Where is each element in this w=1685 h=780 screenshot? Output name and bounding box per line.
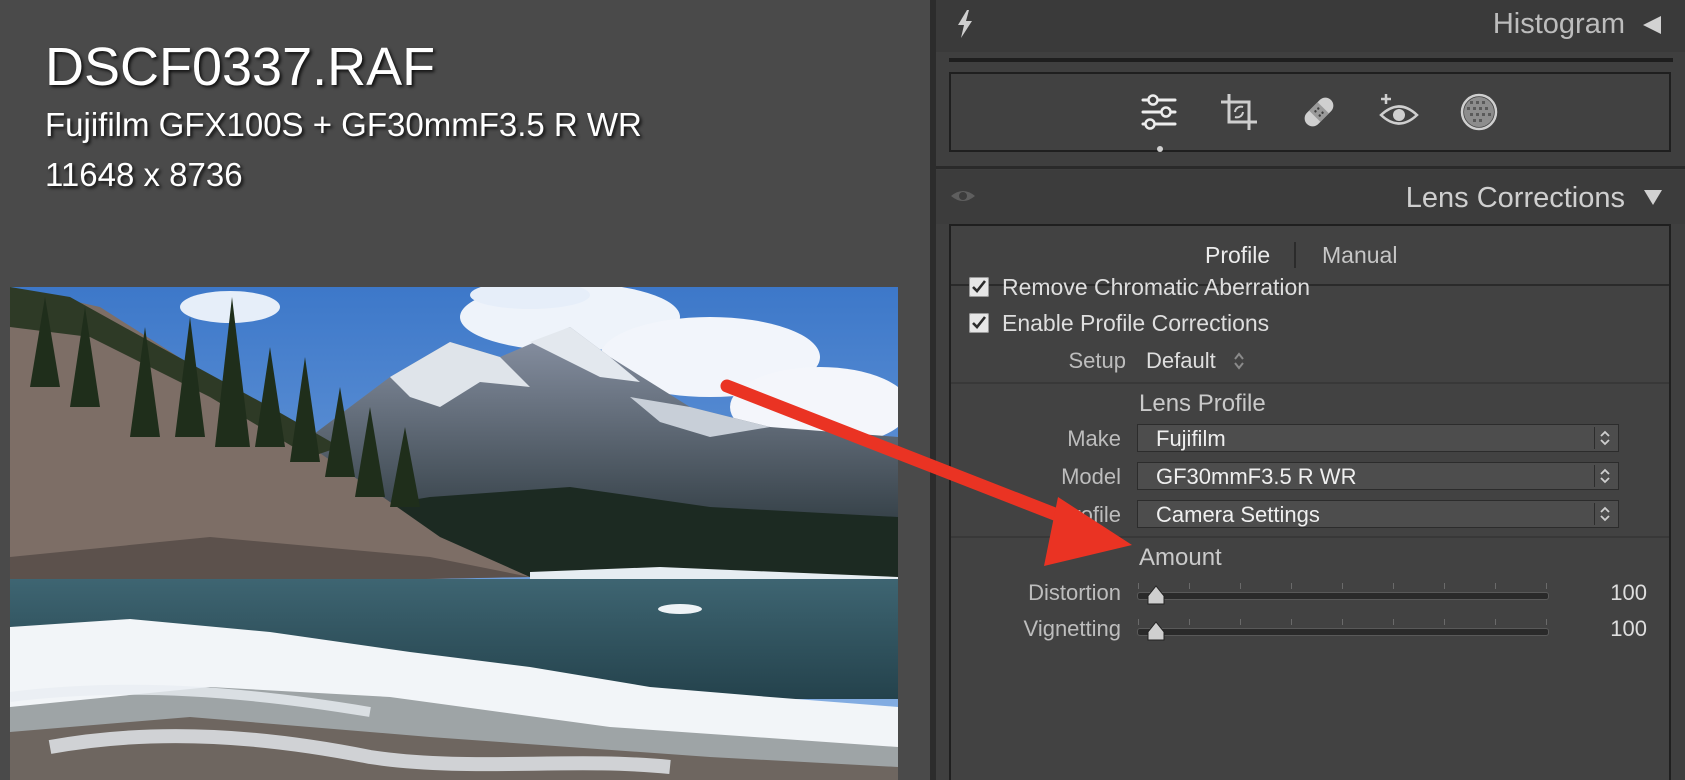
distortion-label: Distortion [1028,580,1121,605]
red-eye-icon[interactable] [1377,90,1421,134]
lens-profile-heading: Lens Profile [1139,390,1266,417]
histogram-title: Histogram [1492,8,1625,40]
checkmark-icon [972,280,987,293]
image-dimensions: 11648 x 8736 [45,156,243,193]
visibility-eye-icon[interactable] [950,186,976,206]
updown-chevron-icon [1594,465,1610,487]
vignetting-slider[interactable] [1137,619,1549,636]
landscape-photo [10,287,898,780]
tab-separator [1294,242,1296,268]
lightning-icon[interactable] [956,10,974,38]
vignetting-label: Vignetting [1023,616,1121,641]
distortion-slider[interactable] [1137,583,1549,600]
collapse-down-triangle-icon[interactable] [1643,188,1663,206]
make-value: Fujifilm [1156,426,1226,451]
histogram-header[interactable]: Histogram [936,0,1685,52]
enable-profile-checkbox[interactable] [969,313,989,333]
develop-panel: Histogram Lens Corrections Profile Manua… [936,0,1685,780]
enable-profile-row: Enable Profile Corrections [969,308,1269,338]
tool-strip [949,72,1671,152]
setup-label: Setup [1068,348,1127,373]
divider [951,536,1669,538]
photo-preview[interactable] [10,287,898,780]
vignetting-slider-thumb[interactable] [1145,620,1167,644]
remove-ca-checkbox[interactable] [969,277,989,297]
edit-sliders-icon[interactable] [1137,90,1181,134]
distortion-value[interactable]: 100 [1571,580,1647,606]
remove-ca-row: Remove Chromatic Aberration [969,272,1310,302]
profile-label: Profile [1058,502,1121,527]
lens-corrections-header[interactable]: Lens Corrections [936,170,1685,224]
lens-corrections-content: Profile Manual Remove Chromatic Aberrati… [949,224,1671,780]
tab-manual[interactable]: Manual [1322,242,1397,269]
crop-icon[interactable] [1217,90,1261,134]
updown-chevron-icon [1594,503,1610,525]
image-filename: DSCF0337.RAF [45,37,436,97]
histogram-collapsed-area [949,58,1673,62]
amount-heading: Amount [1139,544,1222,571]
image-view: DSCF0337.RAF Fujifilm GFX100S + GF30mmF3… [0,0,930,780]
expand-left-triangle-icon[interactable] [1641,14,1663,36]
lens-corrections-title: Lens Corrections [1405,182,1625,214]
make-select[interactable]: Fujifilm [1137,424,1619,452]
model-select[interactable]: GF30mmF3.5 R WR [1137,462,1619,490]
image-camera-lens: Fujifilm GFX100S + GF30mmF3.5 R WR [45,106,642,143]
distortion-slider-thumb[interactable] [1145,584,1167,608]
updown-chevron-icon[interactable] [1233,351,1245,371]
remove-ca-label: Remove Chromatic Aberration [1002,273,1311,300]
profile-select[interactable]: Camera Settings [1137,500,1619,528]
masking-icon[interactable] [1457,90,1501,134]
model-value: GF30mmF3.5 R WR [1156,464,1357,489]
tab-profile[interactable]: Profile [1205,242,1270,269]
setup-dropdown[interactable]: Default [1146,348,1216,374]
enable-profile-label: Enable Profile Corrections [1002,309,1270,336]
divider [951,382,1669,384]
updown-chevron-icon [1594,427,1610,449]
healing-icon[interactable] [1297,90,1341,134]
vignetting-value[interactable]: 100 [1571,616,1647,642]
model-label: Model [1061,464,1121,489]
section-divider [936,166,1685,169]
active-tool-indicator [1157,146,1163,152]
make-label: Make [1067,426,1121,451]
profile-value: Camera Settings [1156,502,1320,527]
checkmark-icon [972,316,987,329]
